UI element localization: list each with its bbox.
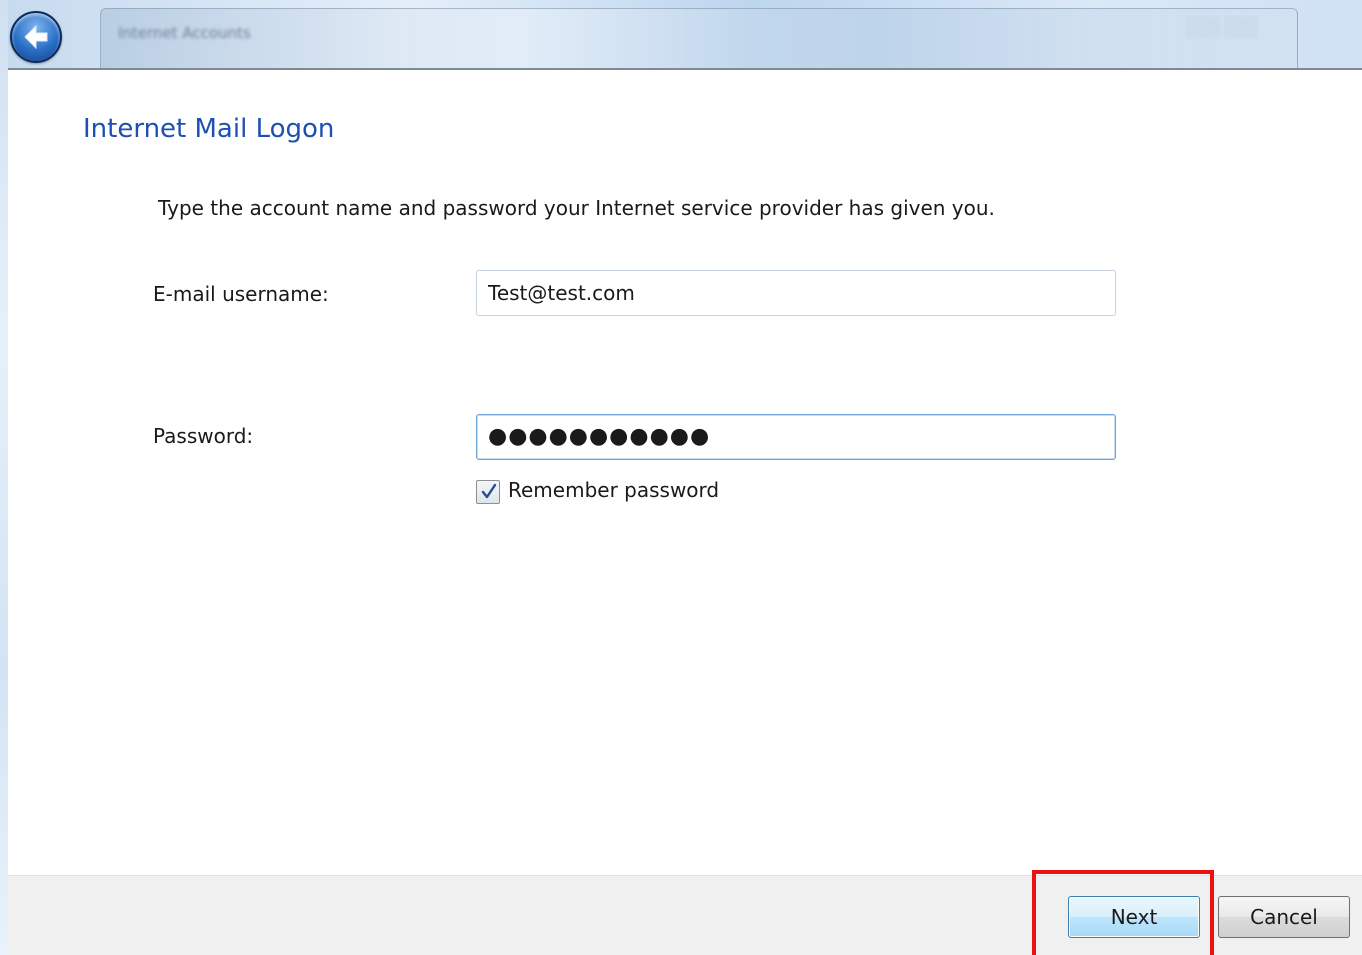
username-label: E-mail username: xyxy=(153,282,329,306)
checkmark-icon xyxy=(481,483,497,499)
minimize-icon[interactable] xyxy=(1186,16,1220,38)
title-bar-frame xyxy=(100,8,1298,68)
page-title: Internet Mail Logon xyxy=(83,114,335,144)
back-button[interactable] xyxy=(10,11,62,63)
window-title-bar: Internet Accounts xyxy=(8,0,1362,70)
window-title: Internet Accounts xyxy=(118,24,251,42)
email-username-input[interactable] xyxy=(476,270,1116,316)
instructions-text: Type the account name and password your … xyxy=(158,196,995,220)
next-button[interactable]: Next xyxy=(1068,896,1200,938)
remember-password-label[interactable]: Remember password xyxy=(508,478,719,502)
password-label: Password: xyxy=(153,424,254,448)
remember-password-checkbox[interactable] xyxy=(476,480,500,504)
dialog-footer: Next Cancel xyxy=(8,875,1362,955)
dialog-content: Internet Mail Logon Type the account nam… xyxy=(8,70,1362,875)
back-arrow-icon xyxy=(24,24,48,50)
password-input[interactable]: ●●●●●●●●●●● xyxy=(476,414,1116,460)
close-icon[interactable] xyxy=(1224,16,1258,38)
cancel-button[interactable]: Cancel xyxy=(1218,896,1350,938)
